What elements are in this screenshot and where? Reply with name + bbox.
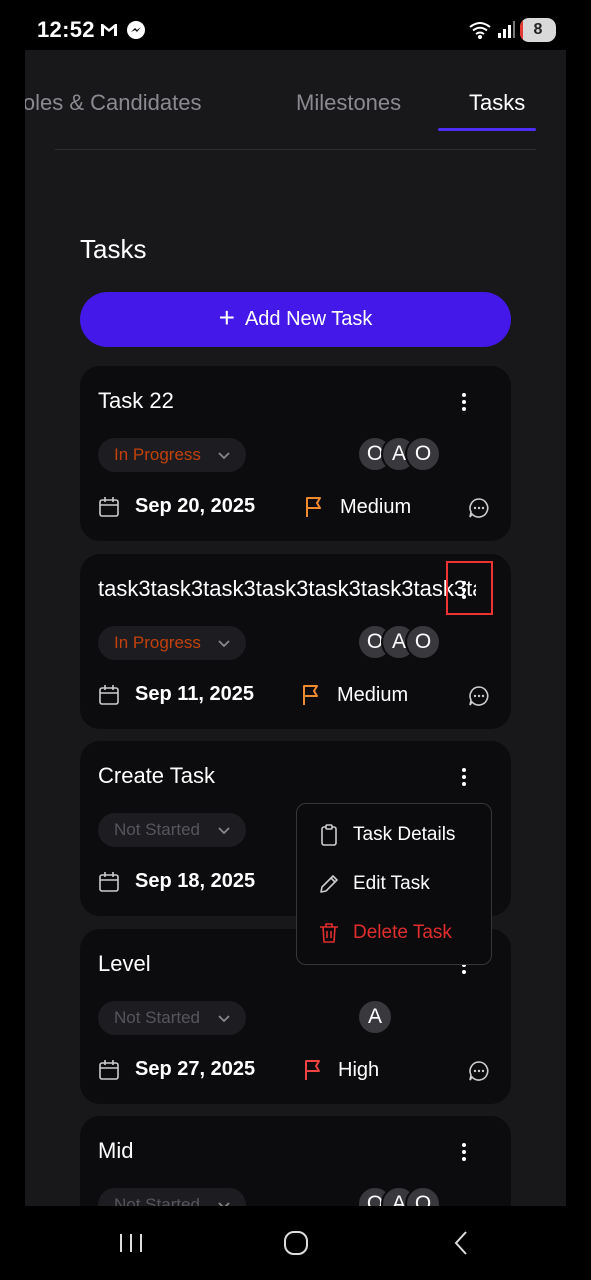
chevron-down-icon [218,1015,230,1023]
calendar-icon [99,1060,119,1080]
menu-item-delete-task[interactable]: Delete Task [317,918,452,948]
add-new-task-label: Add New Task [244,308,373,330]
active-tab-indicator [438,128,536,131]
back-icon[interactable] [447,1228,477,1258]
chevron-down-icon [218,1202,230,1206]
highlight-box [446,561,493,615]
recent-apps-icon[interactable] [116,1228,146,1258]
more-options-icon[interactable] [452,765,476,789]
section-title: Tasks [80,234,147,264]
priority-label: Medium [340,496,412,518]
assignee-avatars: O A O [357,436,441,472]
flag-icon [305,1060,320,1080]
priority-label: Medium [337,684,409,706]
more-options-icon[interactable] [452,390,476,414]
status-bar: 12:52 8 [0,0,591,54]
gmail-icon [101,24,117,36]
more-options-icon[interactable] [452,1140,476,1164]
assignee-avatars: A [357,999,393,1035]
calendar-icon [99,872,119,892]
menu-item-label: Edit Task [353,873,430,894]
signal-icon [498,21,515,38]
task-title: Create Task [98,763,215,788]
task-card[interactable]: Mid Not Started O A O [80,1116,511,1206]
add-new-task-button[interactable]: + Add New Task [80,292,511,347]
chevron-down-icon [218,452,230,460]
status-label: In Progress [114,445,201,464]
due-date: Sep 11, 2025 [135,683,254,705]
avatar: O [405,436,441,472]
chevron-down-icon [218,827,230,835]
flag-icon [306,497,321,517]
task-title: Level [98,951,151,976]
avatar: O [405,624,441,660]
menu-item-task-details[interactable]: Task Details [317,820,455,850]
plus-icon: + [218,302,235,333]
status-dropdown[interactable]: Not Started [98,813,246,847]
comment-icon[interactable] [468,1060,490,1082]
home-icon[interactable] [281,1228,311,1258]
avatar: O [405,1186,441,1206]
chevron-down-icon [218,640,230,648]
task-title: Mid [98,1138,134,1163]
due-date: Sep 18, 2025 [135,870,256,892]
clipboard-icon [321,824,337,846]
avatar: A [357,999,393,1035]
assignee-avatars: O A O [357,1186,441,1206]
status-label: In Progress [114,633,201,652]
system-nav-bar [0,1206,591,1280]
status-label: Not Started [114,1195,200,1206]
task-title: Task 22 [98,388,174,413]
assignee-avatars: O A O [357,624,441,660]
status-dropdown[interactable]: In Progress [98,438,246,472]
status-label: Not Started [114,1008,200,1027]
status-label: Not Started [114,820,200,839]
due-date: Sep 20, 2025 [135,495,256,517]
tab-tasks[interactable]: Tasks [469,90,525,116]
priority-label: High [338,1059,380,1081]
flag-icon [303,685,318,705]
comment-icon[interactable] [468,497,490,519]
due-date: Sep 27, 2025 [135,1058,256,1080]
pencil-icon [320,875,338,893]
trash-icon [320,923,338,943]
wifi-icon [469,22,491,39]
status-dropdown[interactable]: Not Started [98,1188,246,1206]
menu-item-label: Delete Task [353,922,452,943]
menu-item-edit-task[interactable]: Edit Task [317,869,430,899]
tab-milestones[interactable]: Milestones [296,90,401,116]
tab-roles-candidates[interactable]: Roles & Candidates [25,90,201,116]
task-card[interactable]: Task 22 In Progress O A O Sep 20, 2025 M… [80,366,511,541]
battery-level: 8 [533,21,543,38]
messenger-icon [127,21,145,39]
status-dropdown[interactable]: In Progress [98,626,246,660]
tab-bar: Roles & Candidates Milestones Tasks [25,50,566,150]
menu-item-label: Task Details [353,824,456,845]
calendar-icon [99,497,119,517]
task-context-menu: Task Details Edit Task Delete Task [296,803,492,965]
tabs-divider [55,149,536,150]
comment-icon[interactable] [468,685,490,707]
task-title: task3task3task3task3task3task3task3task3 [98,576,476,601]
battery-icon: 8 [520,18,556,42]
status-dropdown[interactable]: Not Started [98,1001,246,1035]
calendar-icon [99,685,119,705]
status-time: 12:52 [37,17,95,42]
